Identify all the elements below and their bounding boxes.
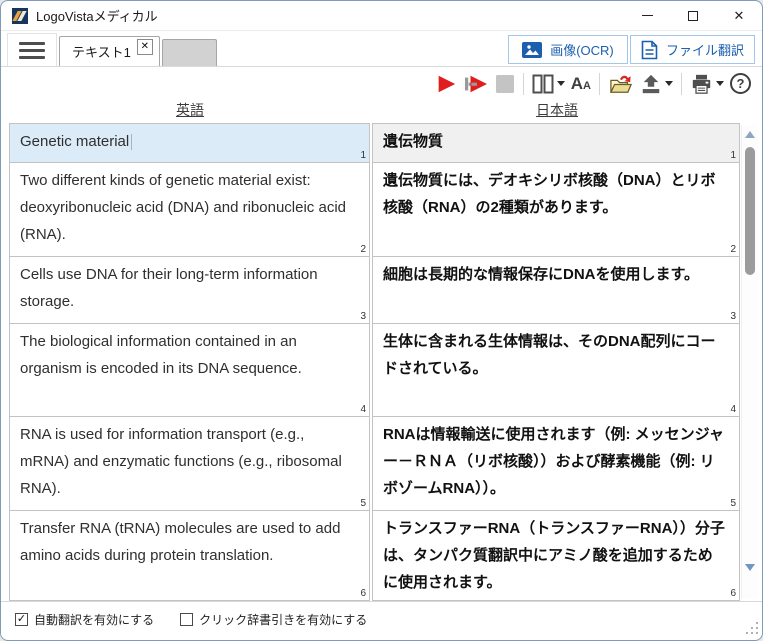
- app-window: LogoVistaメディカル ✕ テキスト1 ✕ 画像(OCR): [0, 0, 763, 641]
- dropdown-caret-icon: [557, 81, 565, 86]
- help-icon: ?: [730, 73, 751, 94]
- play-icon: [435, 73, 457, 95]
- scroll-down-icon[interactable]: [745, 564, 755, 571]
- row-number: 2: [360, 244, 366, 256]
- open-file-button[interactable]: [605, 71, 637, 97]
- target-language-header: 日本語: [373, 100, 741, 123]
- app-logo-icon: [12, 8, 28, 24]
- image-ocr-button[interactable]: 画像(OCR): [508, 35, 628, 64]
- print-button[interactable]: [687, 71, 727, 97]
- auto-translate-label: 自動翻訳を有効にする: [34, 611, 154, 628]
- row-number: 6: [360, 588, 366, 600]
- text-cursor: [131, 134, 132, 150]
- target-cell[interactable]: 遺伝物質には、デオキシリボ核酸（DNA）とリボ核酸（RNA）の2種類があります。…: [372, 163, 740, 257]
- target-cell[interactable]: 遺伝物質1: [372, 123, 740, 163]
- printer-icon: [690, 73, 713, 95]
- file-translate-button[interactable]: ファイル翻訳: [630, 35, 755, 64]
- tab-close-button[interactable]: ✕: [137, 39, 153, 55]
- open-folder-icon: [608, 73, 634, 95]
- image-ocr-label: 画像(OCR): [550, 40, 614, 59]
- scroll-up-icon[interactable]: [745, 131, 755, 138]
- close-button[interactable]: ✕: [716, 1, 762, 30]
- source-cell[interactable]: Genetic material1: [9, 123, 370, 163]
- export-icon: [640, 73, 662, 95]
- row-number: 3: [730, 311, 736, 323]
- minimize-button[interactable]: [624, 1, 670, 30]
- main-menu-button[interactable]: [7, 33, 57, 66]
- title-bar: LogoVistaメディカル ✕: [1, 1, 762, 31]
- target-cell[interactable]: トランスファーRNA（トランスファーRNA））分子は、タンパク質翻訳中にアミノ酸…: [372, 511, 740, 601]
- column-headers: 英語 日本語: [1, 100, 762, 123]
- target-cell[interactable]: RNAは情報輸送に使用されます（例: メッセンジャー－ＲＮＡ（リボ核酸））および…: [372, 417, 740, 511]
- checkmark-icon: ✓: [17, 614, 26, 625]
- target-cell[interactable]: 細胞は長期的な情報保存にDNAを使用します。3: [372, 257, 740, 324]
- command-bar: テキスト1 ✕ 画像(OCR) ファイル翻訳: [1, 31, 762, 67]
- resize-grip[interactable]: [745, 621, 758, 634]
- file-icon: [641, 40, 658, 60]
- row-number: 1: [730, 150, 736, 162]
- target-cell[interactable]: 生体に含まれる生体情報は、そのDNA配列にコードされている。4: [372, 324, 740, 417]
- footer-bar: ✓ 自動翻訳を有効にする クリック辞書引きを有効にする: [1, 601, 762, 637]
- target-language-link[interactable]: 日本語: [536, 102, 578, 118]
- source-cell[interactable]: Cells use DNA for their long-term inform…: [9, 257, 370, 324]
- row-number: 4: [360, 404, 366, 416]
- minimize-icon: [642, 15, 653, 16]
- toolbar: AA: [1, 67, 762, 100]
- row-number: 2: [730, 244, 736, 256]
- row-number: 3: [360, 311, 366, 323]
- export-button[interactable]: [637, 71, 676, 97]
- window-title: LogoVistaメディカル: [36, 6, 158, 25]
- translation-table: Genetic material1 遺伝物質1 Two different ki…: [1, 123, 762, 601]
- click-dictionary-label: クリック辞書引きを有効にする: [199, 611, 367, 628]
- row-number: 5: [360, 498, 366, 510]
- source-cell[interactable]: The biological information contained in …: [9, 324, 370, 417]
- source-cell[interactable]: Two different kinds of genetic material …: [9, 163, 370, 257]
- row-number: 6: [730, 588, 736, 600]
- stop-icon: [495, 74, 515, 94]
- vertical-scrollbar[interactable]: [741, 125, 758, 599]
- source-language-header: 英語: [9, 100, 371, 123]
- tab-new[interactable]: [162, 39, 217, 66]
- tab-close-icon: ✕: [141, 41, 149, 52]
- click-dictionary-checkbox[interactable]: [180, 613, 193, 626]
- dropdown-caret-icon: [716, 81, 724, 86]
- file-translate-label: ファイル翻訳: [666, 40, 744, 59]
- translate-all-button[interactable]: [460, 71, 492, 97]
- help-button[interactable]: ?: [727, 71, 754, 97]
- source-language-link[interactable]: 英語: [176, 102, 204, 118]
- row-number: 4: [730, 404, 736, 416]
- translate-button[interactable]: [432, 71, 460, 97]
- source-cell[interactable]: RNA is used for information transport (e…: [9, 417, 370, 511]
- maximize-button[interactable]: [670, 1, 716, 30]
- maximize-icon: [688, 11, 698, 21]
- font-size-button[interactable]: AA: [568, 71, 594, 97]
- tab-label: テキスト1: [72, 42, 131, 61]
- row-number: 1: [360, 150, 366, 162]
- row-number: 5: [730, 498, 736, 510]
- close-icon: ✕: [734, 9, 745, 22]
- auto-translate-option[interactable]: ✓ 自動翻訳を有効にする: [15, 611, 154, 628]
- image-icon: [522, 42, 542, 58]
- stop-button[interactable]: [492, 71, 518, 97]
- dropdown-caret-icon: [665, 81, 673, 86]
- source-cell[interactable]: Transfer RNA (tRNA) molecules are used t…: [9, 511, 370, 601]
- font-size-icon: AA: [571, 75, 591, 92]
- columns-icon: [532, 74, 554, 94]
- play-all-icon: [463, 73, 489, 95]
- layout-view-button[interactable]: [529, 71, 568, 97]
- tab-text1[interactable]: テキスト1 ✕: [59, 36, 160, 66]
- click-dictionary-option[interactable]: クリック辞書引きを有効にする: [180, 611, 367, 628]
- hamburger-icon: [19, 42, 45, 45]
- scrollbar-thumb[interactable]: [745, 147, 755, 275]
- auto-translate-checkbox[interactable]: ✓: [15, 613, 28, 626]
